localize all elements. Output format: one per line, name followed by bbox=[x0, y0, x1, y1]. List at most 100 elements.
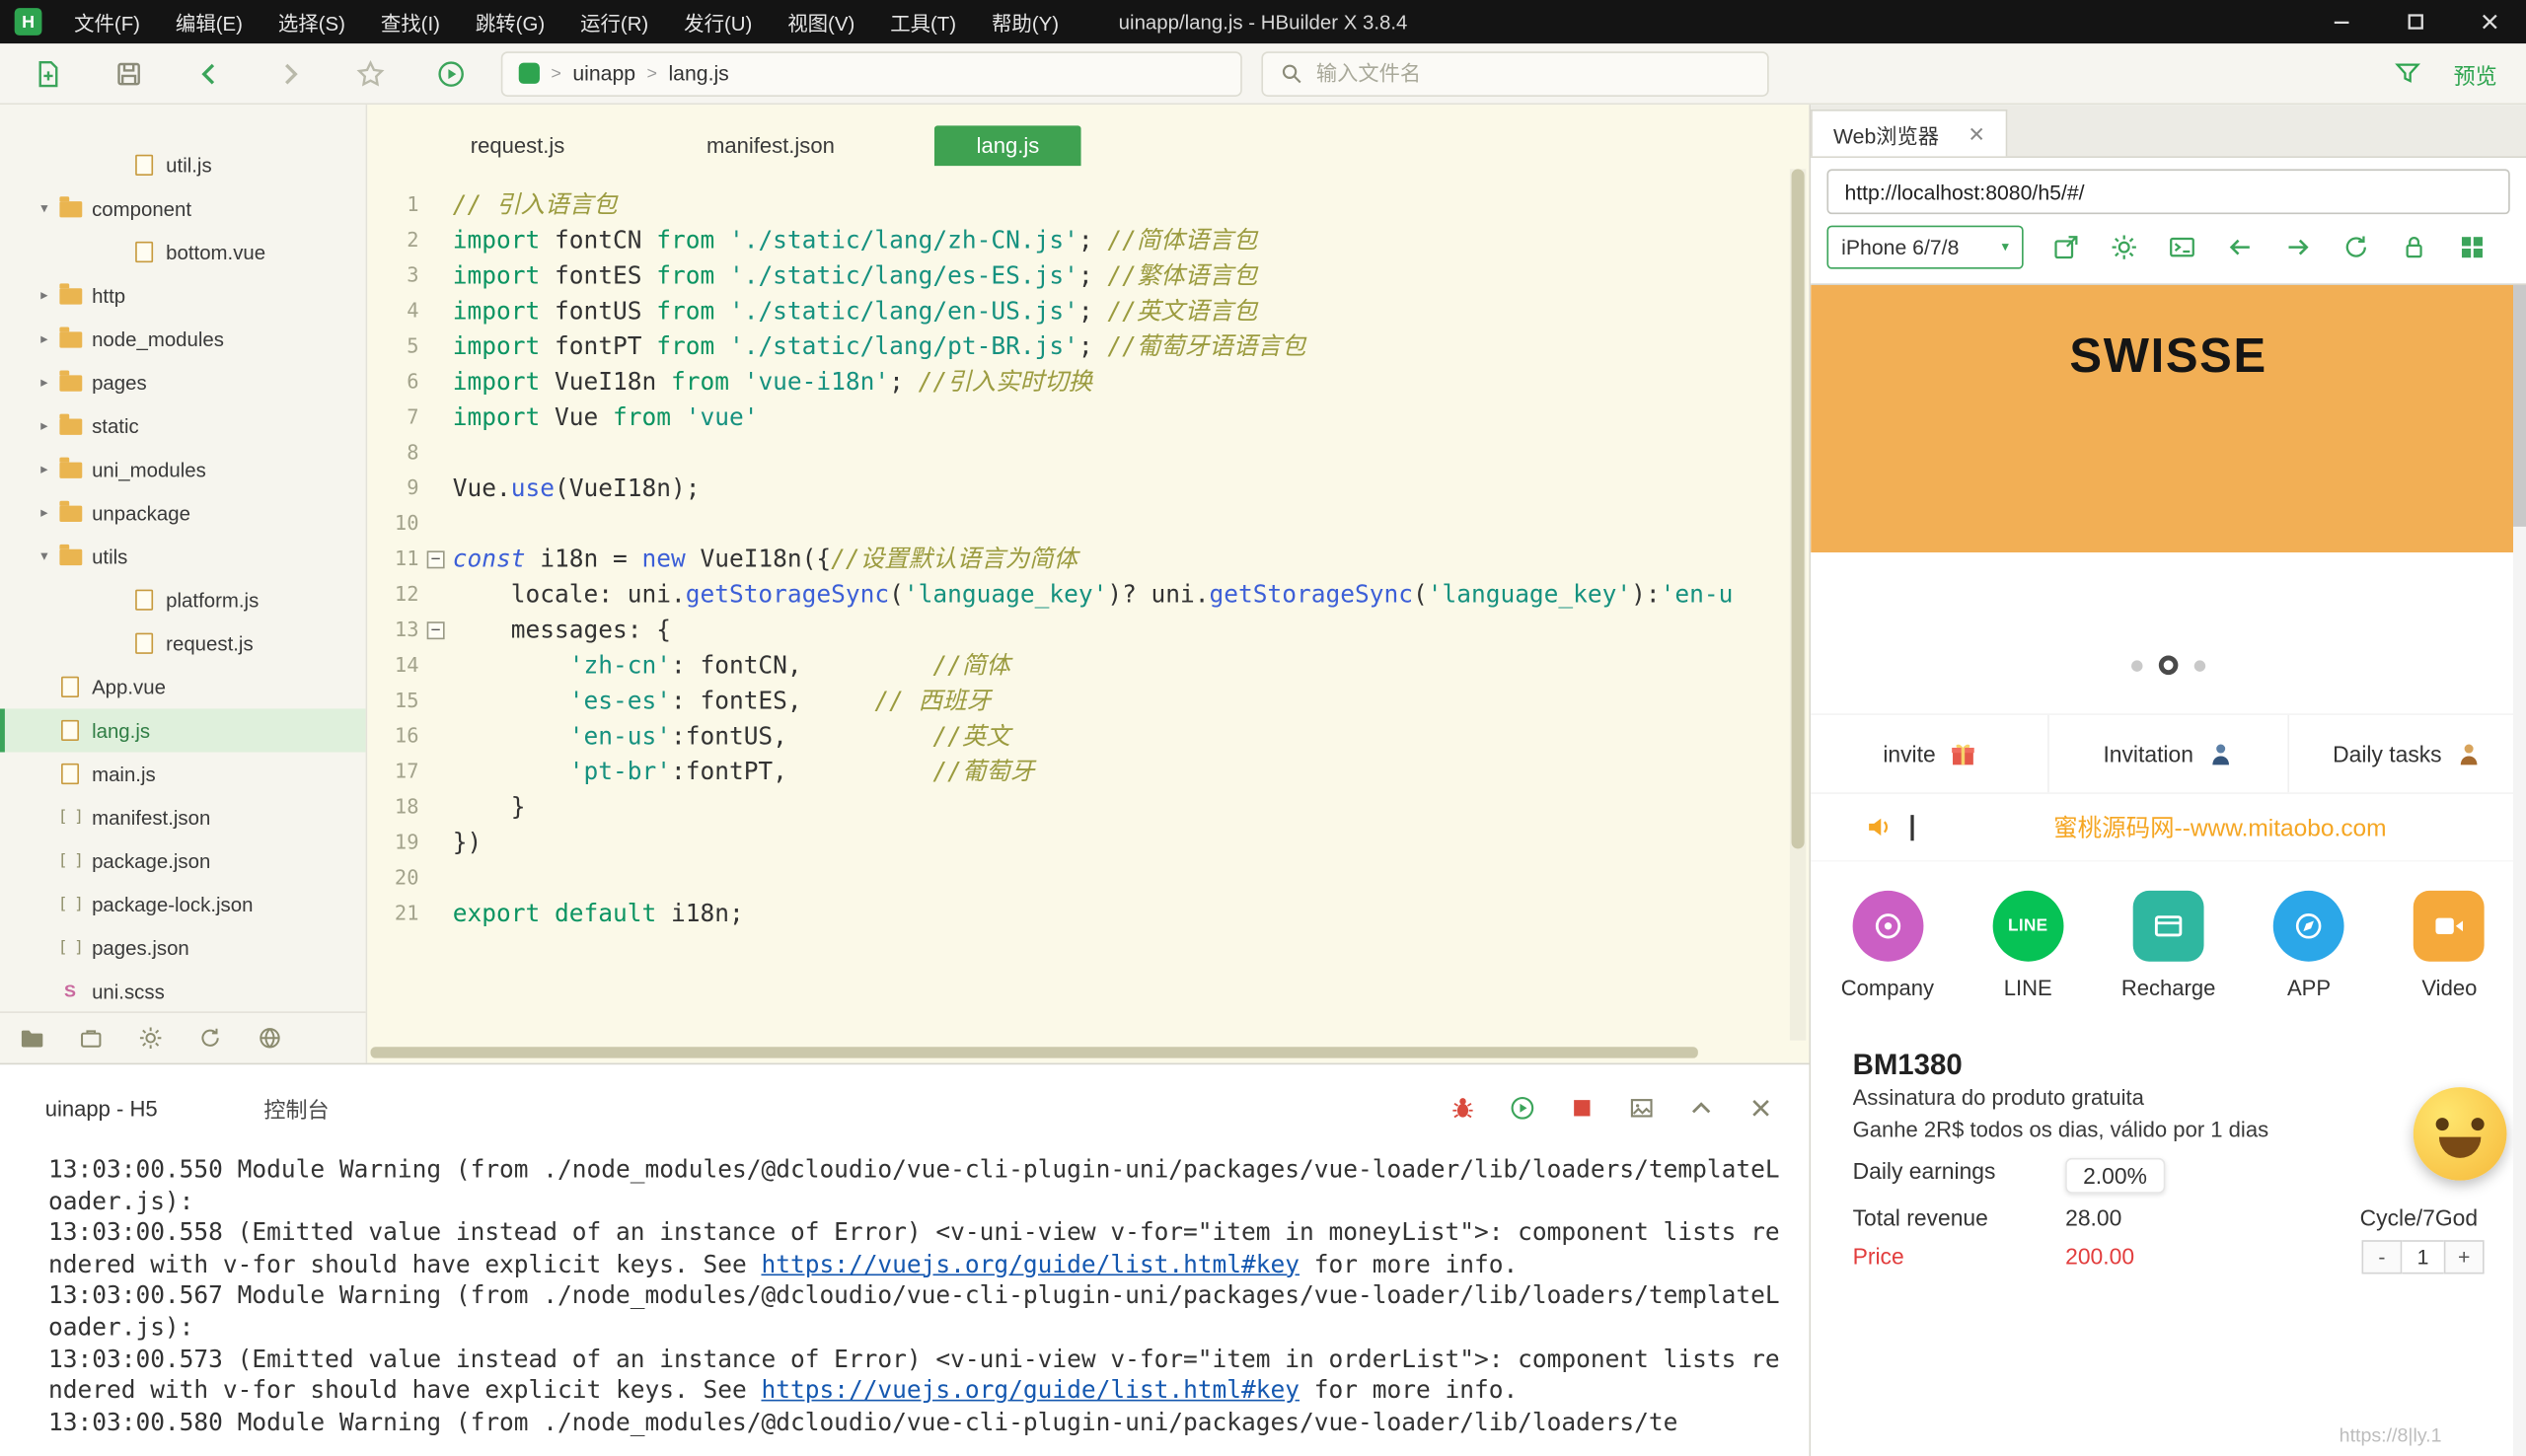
refresh-icon[interactable] bbox=[2342, 234, 2370, 261]
editor-horizontal-scrollbar[interactable] bbox=[371, 1047, 1784, 1057]
tree-item-node-modules[interactable]: ▸node_modules bbox=[0, 318, 366, 361]
tree-item-uni-modules[interactable]: ▸uni_modules bbox=[0, 448, 366, 491]
grid-item-app[interactable]: APP bbox=[2239, 891, 2379, 1000]
tree-item-util-js[interactable]: util.js bbox=[0, 143, 366, 186]
export-icon[interactable] bbox=[1629, 1095, 1655, 1121]
breadcrumb[interactable]: > uinapp > lang.js bbox=[501, 50, 1242, 96]
code-line[interactable]: 2import fontCN from './static/lang/zh-CN… bbox=[367, 222, 1809, 257]
code-line[interactable]: 13− messages: { bbox=[367, 612, 1809, 647]
code-line[interactable]: 18 } bbox=[367, 789, 1809, 825]
editor-tab-request-js[interactable]: request.js bbox=[428, 125, 606, 167]
box-icon[interactable] bbox=[79, 1026, 103, 1050]
code-line[interactable]: 1// 引入语言包 bbox=[367, 186, 1809, 222]
menu-item-1[interactable]: 编辑(E) bbox=[158, 7, 260, 37]
lock-icon[interactable] bbox=[2401, 234, 2428, 261]
gear-icon[interactable] bbox=[138, 1026, 162, 1050]
fold-marker-icon[interactable]: − bbox=[419, 612, 453, 647]
grid-item-line[interactable]: LINELINE bbox=[1958, 891, 2098, 1000]
editor-tab-lang-js[interactable]: lang.js bbox=[934, 125, 1081, 167]
menu-item-5[interactable]: 运行(R) bbox=[562, 7, 666, 37]
stop-icon[interactable] bbox=[1569, 1095, 1595, 1121]
grid-item-company[interactable]: Company bbox=[1818, 891, 1958, 1000]
file-search-box[interactable] bbox=[1261, 50, 1768, 96]
action-invitation[interactable]: Invitation bbox=[2049, 715, 2288, 792]
tree-item-bottom-vue[interactable]: bottom.vue bbox=[0, 230, 366, 273]
menu-item-7[interactable]: 视图(V) bbox=[770, 7, 872, 37]
code-line[interactable]: 4import fontUS from './static/lang/en-US… bbox=[367, 293, 1809, 328]
scrollbar-thumb[interactable] bbox=[1792, 169, 1805, 848]
breadcrumb-project[interactable]: uinapp bbox=[572, 61, 635, 85]
menu-item-9[interactable]: 帮助(Y) bbox=[974, 7, 1077, 37]
tree-item-pages[interactable]: ▸pages bbox=[0, 361, 366, 404]
scrollbar-thumb[interactable] bbox=[2513, 285, 2526, 527]
collapse-icon[interactable] bbox=[1688, 1095, 1714, 1121]
code-line[interactable]: 15 'es-es': fontES, // 西班牙 bbox=[367, 683, 1809, 718]
tree-item-main-js[interactable]: main.js bbox=[0, 752, 366, 795]
console-tab-uinapp-h5[interactable]: uinapp - H5 bbox=[45, 1096, 158, 1120]
folder-icon[interactable] bbox=[20, 1026, 43, 1050]
tree-item-manifest-json[interactable]: [ ]manifest.json bbox=[0, 796, 366, 839]
minimize-button[interactable] bbox=[2304, 0, 2378, 43]
quantity-minus-button[interactable]: - bbox=[2362, 1240, 2403, 1274]
tree-item-unpackage[interactable]: ▸unpackage bbox=[0, 491, 366, 535]
tree-item-static[interactable]: ▸static bbox=[0, 404, 366, 448]
action-invite[interactable]: invite bbox=[1811, 715, 2049, 792]
code-line[interactable]: 17 'pt-br':fontPT, //葡萄牙 bbox=[367, 754, 1809, 789]
tree-item-utils[interactable]: ▾utils bbox=[0, 535, 366, 578]
code-line[interactable]: 21export default i18n; bbox=[367, 896, 1809, 931]
code-line[interactable]: 11−const i18n = new VueI18n({//设置默认语言为简体 bbox=[367, 542, 1809, 577]
console-link[interactable]: https://vuejs.org/guide/list.html#key bbox=[761, 1250, 1300, 1278]
grid-item-recharge[interactable]: Recharge bbox=[2098, 891, 2238, 1000]
filter-icon[interactable] bbox=[2394, 59, 2421, 87]
preview-button[interactable]: 预览 bbox=[2454, 57, 2497, 90]
tree-item-http[interactable]: ▸http bbox=[0, 274, 366, 318]
scrollbar-thumb[interactable] bbox=[371, 1047, 1699, 1057]
tree-item-component[interactable]: ▾component bbox=[0, 186, 366, 230]
console-tab-controls[interactable]: 控制台 bbox=[263, 1092, 329, 1125]
tree-item-app-vue[interactable]: App.vue bbox=[0, 665, 366, 708]
close-button[interactable] bbox=[2452, 0, 2526, 43]
code-line[interactable]: 19}) bbox=[367, 825, 1809, 860]
quantity-plus-button[interactable]: + bbox=[2444, 1240, 2485, 1274]
device-select[interactable]: iPhone 6/7/8 ▾ bbox=[1826, 226, 2023, 269]
action-daily-tasks[interactable]: Daily tasks bbox=[2289, 715, 2526, 792]
carousel-dot[interactable] bbox=[2131, 660, 2142, 671]
globe-icon[interactable] bbox=[258, 1026, 281, 1050]
announcement-bar[interactable]: 蜜桃源码网--www.mitaobo.com bbox=[1811, 794, 2526, 862]
code-line[interactable]: 7import Vue from 'vue' bbox=[367, 400, 1809, 435]
back-icon[interactable] bbox=[182, 59, 235, 88]
grid-item-video[interactable]: Video bbox=[2379, 891, 2519, 1000]
file-search-input[interactable] bbox=[1316, 61, 1751, 85]
fold-minus-icon[interactable]: − bbox=[427, 620, 445, 638]
code-line[interactable]: 20 bbox=[367, 860, 1809, 896]
sync-icon[interactable] bbox=[198, 1026, 222, 1050]
menu-item-3[interactable]: 查找(I) bbox=[363, 7, 458, 37]
code-lines[interactable]: 1// 引入语言包2import fontCN from './static/l… bbox=[367, 166, 1809, 931]
fold-marker-icon[interactable]: − bbox=[419, 542, 453, 577]
terminal-icon[interactable] bbox=[2169, 234, 2196, 261]
preview-scrollbar[interactable] bbox=[2513, 285, 2526, 1456]
hero-banner[interactable]: SWISSE bbox=[1811, 285, 2526, 552]
code-line[interactable]: 3import fontES from './static/lang/es-ES… bbox=[367, 257, 1809, 293]
menu-item-6[interactable]: 发行(U) bbox=[666, 7, 770, 37]
code-line[interactable]: 8 bbox=[367, 435, 1809, 471]
menu-item-8[interactable]: 工具(T) bbox=[872, 7, 974, 37]
editor-vertical-scrollbar[interactable] bbox=[1790, 169, 1806, 1040]
code-line[interactable]: 14 'zh-cn': fontCN, //简体 bbox=[367, 647, 1809, 683]
carousel-dot-active[interactable] bbox=[2159, 656, 2179, 676]
open-external-icon[interactable] bbox=[2052, 234, 2080, 261]
new-file-icon[interactable] bbox=[21, 59, 74, 88]
code-line[interactable]: 9Vue.use(VueI18n); bbox=[367, 471, 1809, 506]
webview-tab[interactable]: Web浏览器 ✕ bbox=[1811, 109, 2008, 156]
editor-tab-manifest-json[interactable]: manifest.json bbox=[665, 125, 877, 167]
save-icon[interactable] bbox=[102, 59, 155, 88]
console-link[interactable]: https://vuejs.org/guide/list.html#key bbox=[761, 1376, 1300, 1405]
menu-item-4[interactable]: 跳转(G) bbox=[458, 7, 562, 37]
layout-icon[interactable] bbox=[2459, 234, 2487, 261]
tree-item-package-lock-json[interactable]: [ ]package-lock.json bbox=[0, 883, 366, 926]
code-line[interactable]: 6import VueI18n from 'vue-i18n'; //引入实时切… bbox=[367, 364, 1809, 400]
code-line[interactable]: 12 locale: uni.getStorageSync('language_… bbox=[367, 577, 1809, 613]
tree-item-lang-js[interactable]: lang.js bbox=[0, 708, 366, 752]
tree-item-uni-scss[interactable]: Suni.scss bbox=[0, 970, 366, 1013]
close-icon[interactable]: ✕ bbox=[1968, 123, 1985, 144]
